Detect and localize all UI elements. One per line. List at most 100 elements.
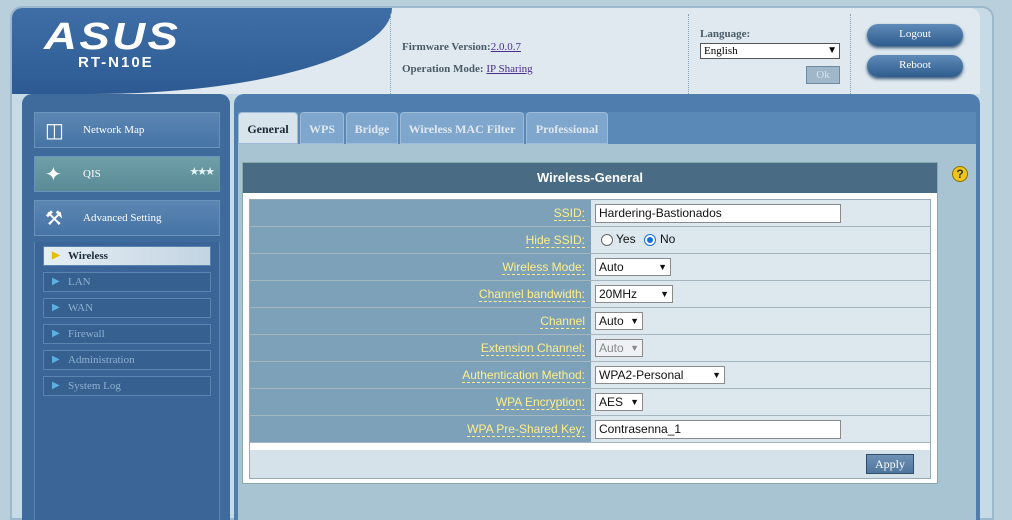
chevron-down-icon: ▼ <box>630 397 639 407</box>
arrow-right-icon: ▶ <box>52 380 60 391</box>
authentication-method-select[interactable]: WPA2-Personal ▼ <box>595 366 725 384</box>
channel-cell: Auto ▼ <box>591 308 930 334</box>
language-select[interactable]: English ▼ <box>700 43 840 59</box>
divider <box>390 14 391 94</box>
sidebar-item-label: Firewall <box>68 328 105 340</box>
sidebar-item-lan[interactable]: ▶ LAN <box>43 272 211 292</box>
tab-professional[interactable]: Professional <box>526 112 608 144</box>
row-hide-ssid: Hide SSID: Yes No <box>250 227 930 254</box>
tab-general[interactable]: General <box>238 112 298 144</box>
channel-bandwidth-label-text: Channel bandwidth: <box>478 287 585 302</box>
wireless-general-panel: Wireless-General SSID: Hardering-Bastion… <box>242 162 938 484</box>
tabs-bar: General WPS Bridge Wireless MAC Filter P… <box>238 112 976 144</box>
asus-logo: ASUS <box>44 16 181 58</box>
hide-ssid-cell: Yes No <box>591 227 930 253</box>
wireless-mode-cell: Auto ▼ <box>591 254 930 280</box>
chevron-down-icon: ▼ <box>630 316 639 326</box>
tab-bridge[interactable]: Bridge <box>346 112 398 144</box>
wireless-mode-label: Wireless Mode: <box>250 254 591 280</box>
tab-wireless-mac-filter[interactable]: Wireless MAC Filter <box>400 112 524 144</box>
wpa-encryption-select[interactable]: AES ▼ <box>595 393 643 411</box>
sidebar-item-firewall[interactable]: ▶ Firewall <box>43 324 211 344</box>
stars-icon: ★★★ <box>189 166 215 178</box>
arrow-right-icon: ▶ <box>52 250 60 261</box>
authentication-method-label: Authentication Method: <box>250 362 591 388</box>
sidebar-item-label: WAN <box>68 302 94 314</box>
sidebar-qis[interactable]: ✦ QIS ★★★ <box>34 156 220 192</box>
opmode-link[interactable]: IP Sharing <box>486 63 532 75</box>
logout-button[interactable]: Logout <box>867 24 963 46</box>
wpa-psk-label-text: WPA Pre-Shared Key: <box>467 422 585 437</box>
channel-label: Channel <box>250 308 591 334</box>
hide-ssid-no-label: No <box>660 232 676 246</box>
wpa-encryption-cell: AES ▼ <box>591 389 930 415</box>
wpa-encryption-label-text: WPA Encryption: <box>495 395 585 410</box>
wireless-mode-select[interactable]: Auto ▼ <box>595 258 671 276</box>
channel-bandwidth-value: 20MHz <box>599 287 638 301</box>
firmware-info: Firmware Version:2.0.0.7 Operation Mode:… <box>402 36 533 80</box>
ssid-input[interactable]: Hardering-Bastionados <box>595 204 841 223</box>
channel-select[interactable]: Auto ▼ <box>595 312 643 330</box>
sidebar-item-label: LAN <box>68 276 91 288</box>
chevron-down-icon: ▼ <box>827 45 837 56</box>
language-ok-button[interactable]: Ok <box>806 66 840 84</box>
opmode-label: Operation Mode: <box>402 63 484 75</box>
sidebar-advanced-setting[interactable]: ⚒ Advanced Setting <box>34 200 220 236</box>
row-channel-bandwidth: Channel bandwidth: 20MHz ▼ <box>250 281 930 308</box>
extension-channel-cell: Auto ▼ <box>591 335 930 361</box>
hide-ssid-yes-radio[interactable] <box>601 234 613 246</box>
chevron-down-icon: ▼ <box>660 289 669 299</box>
row-channel: Channel Auto ▼ <box>250 308 930 335</box>
arrow-right-icon: ▶ <box>52 354 60 365</box>
reboot-button[interactable]: Reboot <box>867 55 963 77</box>
firmware-link[interactable]: 2.0.0.7 <box>491 41 521 53</box>
extension-channel-value: Auto <box>599 341 624 355</box>
extension-channel-label-text: Extension Channel: <box>480 341 585 356</box>
sidebar-item-label: Wireless <box>68 250 108 262</box>
sidebar-item-wireless[interactable]: ▶ Wireless <box>43 246 211 266</box>
sidebar-item-label: QIS <box>83 168 101 180</box>
sidebar-item-system-log[interactable]: ▶ System Log <box>43 376 211 396</box>
channel-value: Auto <box>599 314 624 328</box>
sidebar-item-label: Advanced Setting <box>83 212 162 224</box>
wpa-encryption-label: WPA Encryption: <box>250 389 591 415</box>
apply-row: Apply <box>250 450 930 478</box>
wireless-mode-value: Auto <box>599 260 624 274</box>
authentication-method-label-text: Authentication Method: <box>462 368 585 383</box>
channel-bandwidth-label: Channel bandwidth: <box>250 281 591 307</box>
tab-wps[interactable]: WPS <box>300 112 344 144</box>
chevron-down-icon: ▼ <box>658 262 667 272</box>
channel-label-text: Channel <box>540 314 585 329</box>
extension-channel-label: Extension Channel: <box>250 335 591 361</box>
panel-title: Wireless-General <box>243 163 937 193</box>
advanced-submenu: ▶ Wireless ▶ LAN ▶ WAN ▶ Firewall ▶ Admi… <box>34 242 220 520</box>
sidebar-item-wan[interactable]: ▶ WAN <box>43 298 211 318</box>
arrow-right-icon: ▶ <box>52 328 60 339</box>
header-bar: ASUS RT-N10E Firmware Version:2.0.0.7 Op… <box>12 8 980 94</box>
settings-form: SSID: Hardering-Bastionados Hide SSID: Y… <box>249 199 931 479</box>
authentication-method-cell: WPA2-Personal ▼ <box>591 362 930 388</box>
wireless-mode-label-text: Wireless Mode: <box>502 260 585 275</box>
channel-bandwidth-cell: 20MHz ▼ <box>591 281 930 307</box>
extension-channel-select: Auto ▼ <box>595 339 643 357</box>
divider <box>850 14 851 94</box>
sidebar: ◫ Network Map ✦ QIS ★★★ ⚒ Advanced Setti… <box>22 94 230 520</box>
model-name: RT-N10E <box>78 54 154 71</box>
row-wireless-mode: Wireless Mode: Auto ▼ <box>250 254 930 281</box>
help-icon[interactable]: ? <box>952 166 968 182</box>
ssid-cell: Hardering-Bastionados <box>591 200 930 226</box>
sidebar-item-label: Network Map <box>83 124 145 136</box>
wpa-psk-input[interactable]: Contrasenna_1 <box>595 420 841 439</box>
apply-button[interactable]: Apply <box>866 454 914 474</box>
sidebar-item-administration[interactable]: ▶ Administration <box>43 350 211 370</box>
hide-ssid-label: Hide SSID: <box>250 227 591 253</box>
ssid-label-text: SSID: <box>553 206 585 221</box>
magic-wand-icon: ✦ <box>45 164 62 186</box>
hide-ssid-yes-label: Yes <box>616 232 636 246</box>
row-wpa-psk: WPA Pre-Shared Key: Contrasenna_1 <box>250 416 930 443</box>
tools-icon: ⚒ <box>45 208 63 230</box>
hide-ssid-no-radio[interactable] <box>644 234 656 246</box>
sidebar-network-map[interactable]: ◫ Network Map <box>34 112 220 148</box>
wpa-psk-cell: Contrasenna_1 <box>591 416 930 442</box>
channel-bandwidth-select[interactable]: 20MHz ▼ <box>595 285 673 303</box>
